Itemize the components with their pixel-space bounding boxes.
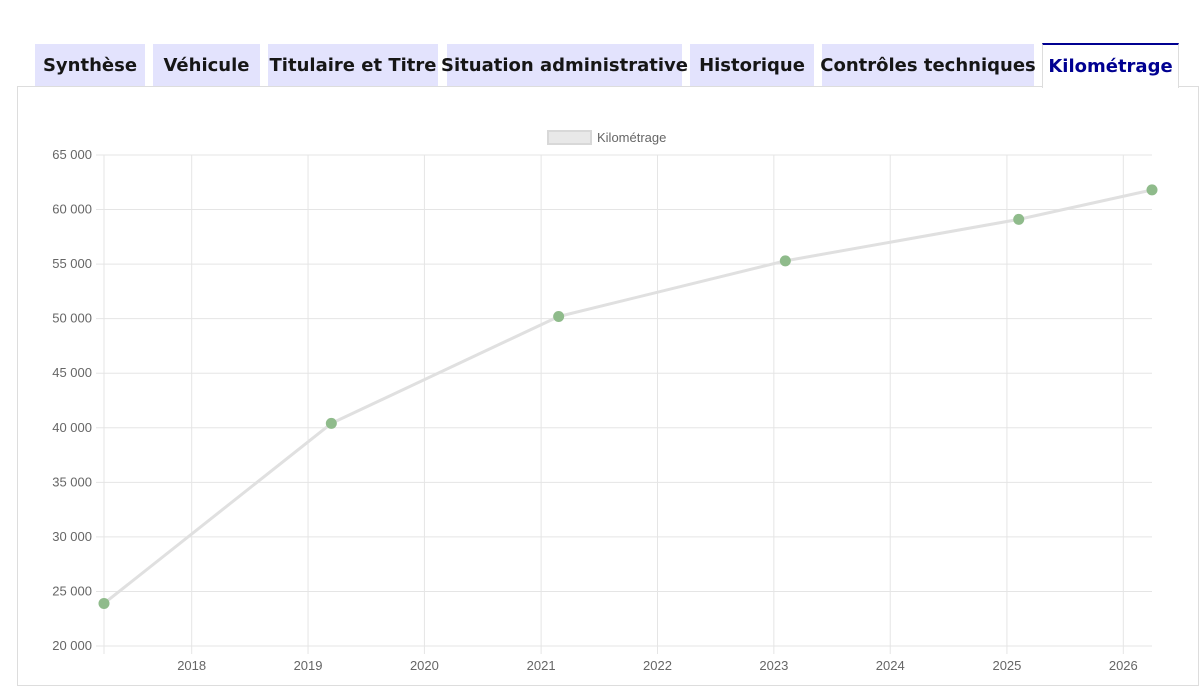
- x-tick-label: 2026: [1109, 658, 1138, 673]
- legend-swatch: [547, 130, 592, 145]
- y-tick-label: 65 000: [52, 147, 92, 162]
- data-point[interactable]: [553, 310, 565, 322]
- y-tick-label: 35 000: [52, 474, 92, 489]
- grid-lines: [96, 154, 1152, 654]
- x-tick-label: 2024: [876, 658, 905, 673]
- y-axis-ticks: 20 000 25 000 30 000 35 000 40 000 45 000 50 0…: [52, 147, 92, 653]
- chart-legend[interactable]: Kilométrage: [547, 130, 666, 145]
- x-tick-label: 2020: [410, 658, 439, 673]
- data-point[interactable]: [1013, 213, 1025, 225]
- y-tick-label: 60 000: [52, 202, 92, 217]
- data-point[interactable]: [779, 255, 791, 267]
- data-point[interactable]: [1146, 184, 1158, 196]
- x-tick-label: 2019: [294, 658, 323, 673]
- y-tick-label: 45 000: [52, 365, 92, 380]
- x-axis-ticks: 2018 2019 2020 2021 2022 2023 2024 2025 2026: [177, 658, 1138, 673]
- series-line: [103, 188, 1153, 605]
- y-tick-label: 50 000: [52, 311, 92, 326]
- x-tick-label: 2018: [177, 658, 206, 673]
- y-tick-label: 20 000: [52, 638, 92, 653]
- data-point[interactable]: [98, 597, 110, 609]
- y-tick-label: 40 000: [52, 420, 92, 435]
- legend-label: Kilométrage: [597, 130, 666, 145]
- y-tick-label: 25 000: [52, 583, 92, 598]
- x-tick-label: 2025: [992, 658, 1021, 673]
- y-tick-label: 55 000: [52, 256, 92, 271]
- x-tick-label: 2023: [759, 658, 788, 673]
- y-tick-label: 30 000: [52, 529, 92, 544]
- x-tick-label: 2021: [527, 658, 556, 673]
- mileage-chart: Kilométrage 20 000 25 000 30 000 35 000 40 0…: [52, 130, 1158, 673]
- series-kilometrage: [98, 184, 1158, 609]
- data-point[interactable]: [325, 417, 337, 429]
- x-tick-label: 2022: [643, 658, 672, 673]
